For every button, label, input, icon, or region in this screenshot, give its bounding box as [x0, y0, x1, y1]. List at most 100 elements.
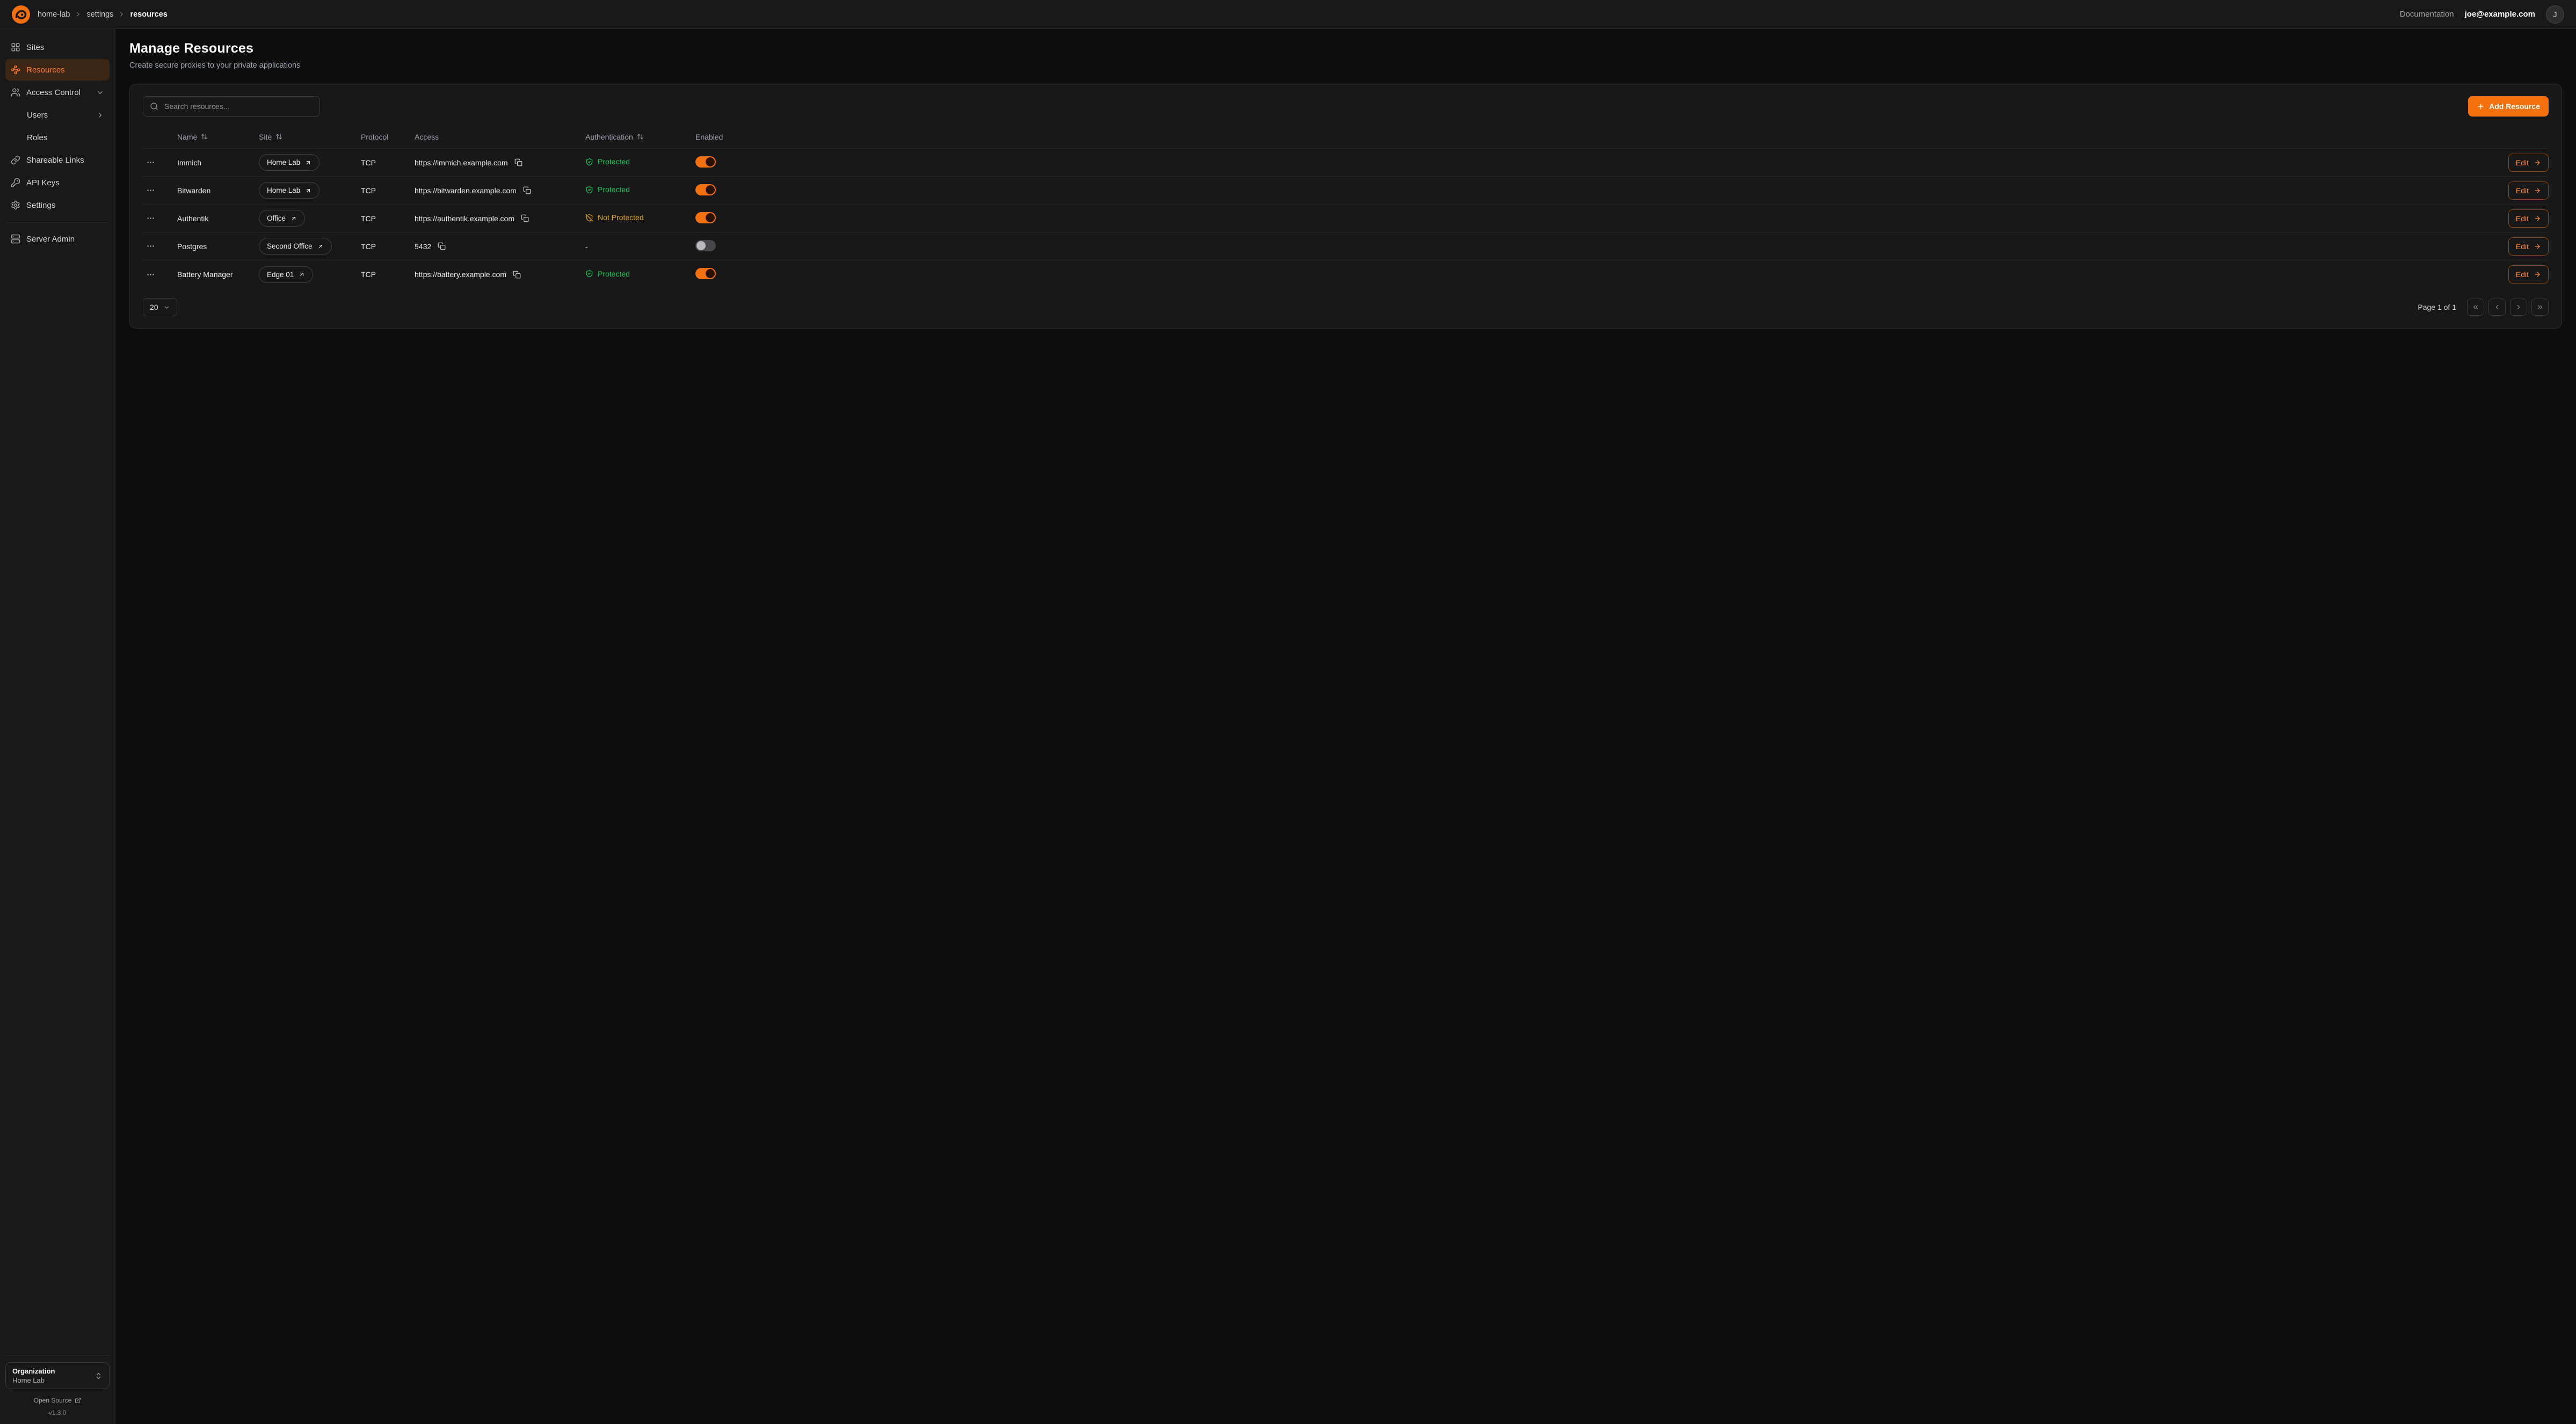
sidebar-bottom: Organization Home Lab Open Source v1.3.0	[5, 1355, 110, 1419]
search-icon	[150, 102, 158, 111]
arrow-right-icon	[2534, 159, 2541, 166]
page-subtitle: Create secure proxies to your private ap…	[129, 61, 2562, 70]
site-link-button[interactable]: Office	[259, 210, 305, 227]
table-row: Immich Home Lab TCP https://immich.examp…	[143, 149, 2549, 177]
search-input[interactable]	[163, 101, 313, 111]
organization-selector[interactable]: Organization Home Lab	[5, 1362, 110, 1389]
chevron-right-icon	[96, 111, 104, 119]
documentation-link[interactable]: Documentation	[2400, 10, 2454, 19]
protocol-value: TCP	[361, 270, 415, 279]
sort-icon	[275, 133, 282, 140]
column-name[interactable]: Name	[177, 133, 259, 141]
resource-name: Postgres	[177, 242, 259, 251]
organization-label: Organization	[12, 1367, 55, 1375]
edit-button[interactable]: Edit	[2508, 181, 2549, 200]
topbar-right: Documentation joe@example.com J	[2400, 5, 2564, 24]
protocol-value: TCP	[361, 214, 415, 223]
copy-icon[interactable]	[512, 270, 522, 280]
previous-page-button[interactable]	[2488, 299, 2506, 316]
page-size-select[interactable]: 20	[143, 298, 177, 316]
enabled-toggle[interactable]	[695, 156, 716, 168]
copy-icon[interactable]	[522, 185, 532, 195]
site-link-button[interactable]: Home Lab	[259, 154, 320, 171]
row-menu-button[interactable]	[143, 268, 158, 281]
column-label: Authentication	[585, 133, 633, 141]
pagination: Page 1 of 1	[2418, 299, 2549, 316]
arrow-up-right-icon	[291, 215, 297, 222]
arrow-right-icon	[2534, 187, 2541, 194]
breadcrumb-resources[interactable]: resources	[130, 10, 167, 19]
enabled-toggle[interactable]	[695, 268, 716, 279]
site-link-button[interactable]: Second Office	[259, 238, 332, 255]
copy-icon[interactable]	[520, 213, 530, 223]
enabled-toggle[interactable]	[695, 184, 716, 195]
breadcrumb-org[interactable]: home-lab	[38, 10, 70, 19]
next-page-button[interactable]	[2510, 299, 2527, 316]
row-menu-button[interactable]	[143, 239, 158, 253]
first-page-button[interactable]	[2467, 299, 2484, 316]
column-site[interactable]: Site	[259, 133, 361, 141]
edit-label: Edit	[2516, 186, 2529, 195]
column-access: Access	[415, 133, 585, 141]
chevron-left-icon	[2493, 303, 2501, 311]
sidebar-item-server-admin[interactable]: Server Admin	[5, 228, 110, 250]
table-row: Bitwarden Home Lab TCP https://bitwarden…	[143, 177, 2549, 205]
avatar[interactable]: J	[2546, 5, 2564, 24]
main-content: Manage Resources Create secure proxies t…	[115, 29, 2576, 1424]
edit-label: Edit	[2516, 214, 2529, 223]
search-box	[143, 96, 320, 117]
open-source-label: Open Source	[34, 1397, 72, 1404]
row-menu-button[interactable]	[143, 184, 158, 197]
auth-label: Not Protected	[598, 213, 644, 222]
gear-icon	[11, 200, 20, 210]
user-email: joe@example.com	[2465, 10, 2535, 19]
auth-status: Protected	[585, 157, 630, 166]
arrow-up-right-icon	[299, 271, 305, 278]
edit-button[interactable]: Edit	[2508, 265, 2549, 284]
sidebar-item-access-control[interactable]: Access Control	[5, 82, 110, 103]
enabled-toggle[interactable]	[695, 212, 716, 223]
sidebar-item-label: API Keys	[26, 178, 60, 187]
column-authentication[interactable]: Authentication	[585, 133, 695, 141]
add-resource-button[interactable]: Add Resource	[2468, 96, 2549, 117]
column-label: Access	[415, 133, 439, 141]
arrow-up-right-icon	[317, 243, 324, 250]
row-menu-button[interactable]	[143, 156, 158, 169]
sidebar-item-label: Settings	[26, 201, 55, 210]
ellipsis-icon	[146, 270, 155, 279]
open-source-link[interactable]: Open Source	[34, 1397, 82, 1404]
sidebar-item-roles[interactable]: Roles	[5, 127, 110, 148]
edit-button[interactable]: Edit	[2508, 209, 2549, 228]
sidebar-item-resources[interactable]: Resources	[5, 59, 110, 81]
table-header: Name Site Protocol Access Authentication	[143, 125, 2549, 149]
breadcrumb: home-lab settings resources	[38, 10, 168, 19]
pangolin-logo-icon[interactable]	[12, 5, 30, 24]
breadcrumb-settings[interactable]: settings	[86, 10, 113, 19]
column-label: Name	[177, 133, 197, 141]
ellipsis-icon	[146, 158, 155, 167]
sidebar-item-shareable-links[interactable]: Shareable Links	[5, 149, 110, 171]
sidebar-item-settings[interactable]: Settings	[5, 194, 110, 216]
page-title: Manage Resources	[129, 41, 2562, 56]
resource-name: Battery Manager	[177, 270, 259, 279]
chevron-right-icon	[75, 11, 82, 18]
arrow-up-right-icon	[305, 159, 311, 166]
sidebar-item-users[interactable]: Users	[5, 104, 110, 126]
row-menu-button[interactable]	[143, 212, 158, 225]
arrow-right-icon	[2534, 215, 2541, 222]
edit-button[interactable]: Edit	[2508, 237, 2549, 256]
edit-label: Edit	[2516, 242, 2529, 251]
sidebar-item-api-keys[interactable]: API Keys	[5, 172, 110, 193]
copy-icon[interactable]	[437, 241, 447, 251]
copy-icon[interactable]	[513, 157, 524, 168]
site-link-button[interactable]: Edge 01	[259, 266, 313, 283]
sidebar-item-sites[interactable]: Sites	[5, 37, 110, 58]
chevron-down-icon	[96, 89, 104, 97]
enabled-toggle[interactable]	[695, 240, 716, 251]
last-page-button[interactable]	[2531, 299, 2549, 316]
access-value: https://authentik.example.com	[415, 214, 514, 223]
auth-label: Protected	[598, 157, 630, 166]
site-link-button[interactable]: Home Lab	[259, 182, 320, 199]
edit-button[interactable]: Edit	[2508, 154, 2549, 172]
shield-off-icon	[585, 214, 593, 222]
